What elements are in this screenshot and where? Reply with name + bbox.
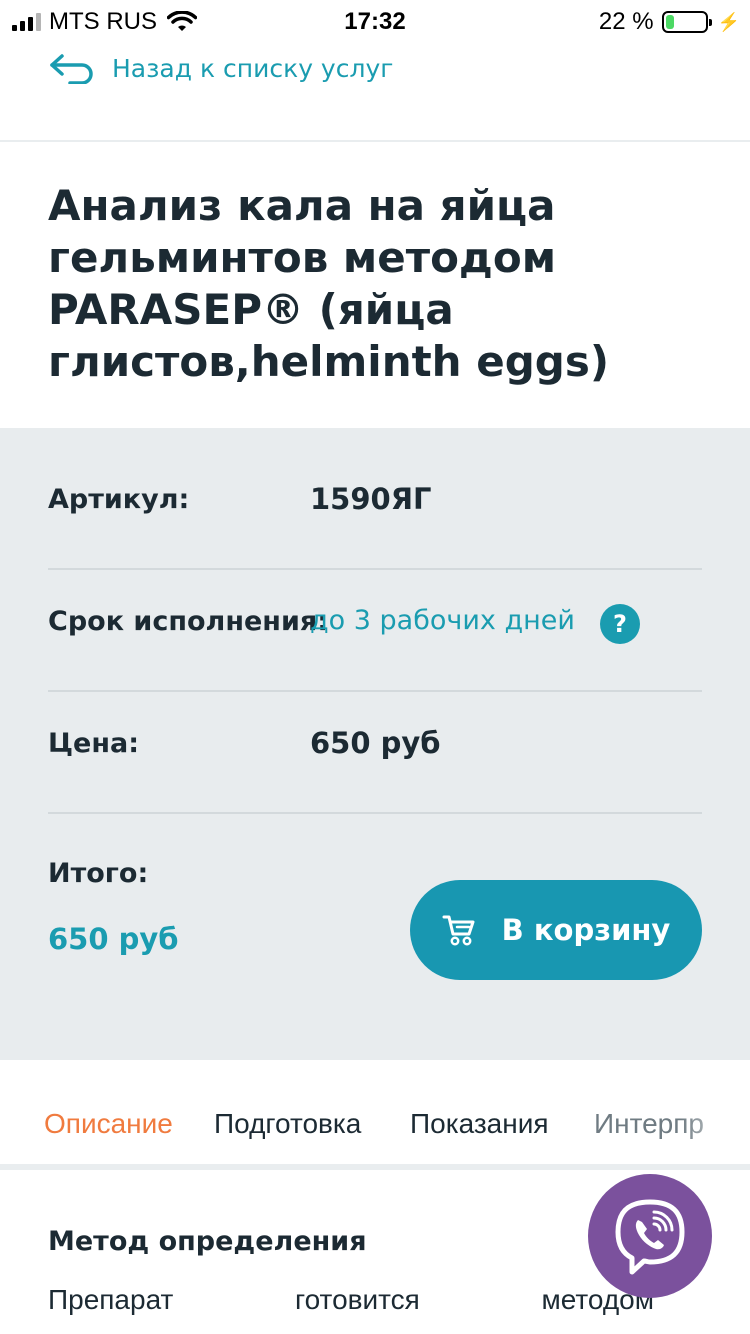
term-row: Срок исполнения: до 3 рабочих дней ? [48,570,702,692]
cart-icon [442,915,475,946]
method-section-title: Метод определения [48,1226,367,1257]
viber-chat-button[interactable] [588,1174,712,1298]
back-to-services-link[interactable]: Назад к списку услуг [48,52,393,84]
add-to-cart-label: В корзину [501,913,671,947]
status-right: 22 % ⚡ [599,8,740,36]
description-word: Препарат [48,1284,174,1315]
description-text: Препарат готовится методом [48,1284,654,1316]
tab-preparation[interactable]: Подготовка [214,1108,361,1140]
tabs-fade-overlay [680,1096,750,1164]
term-label: Срок исполнения: [48,606,328,637]
tab-description[interactable]: Описание [44,1108,173,1140]
header-divider [0,140,750,142]
page-title: Анализ кала на яйца гельминтов методом P… [48,181,610,386]
charging-icon: ⚡ [717,11,740,32]
tab-indications[interactable]: Показания [410,1108,549,1140]
total-value: 650 руб [48,922,179,956]
battery-percent: 22 % [598,8,654,35]
question-icon[interactable]: ? [600,604,640,644]
article-value: 1590ЯГ [310,482,432,516]
price-value: 650 руб [310,726,441,760]
battery-icon [661,11,712,33]
total-label: Итого: [48,858,149,889]
price-row: Цена: 650 руб [48,692,702,814]
back-arrow-icon [50,54,93,84]
price-label: Цена: [48,728,140,759]
back-link-label: Назад к списку услуг [112,53,394,83]
description-word: готовится [295,1284,420,1315]
battery-fill [665,15,674,29]
product-info-panel: Артикул: 1590ЯГ Срок исполнения: до 3 ра… [0,428,750,1060]
add-to-cart-button[interactable]: В корзину [410,880,702,980]
active-tab-indicator [44,1164,176,1169]
product-tabs: Описание Подготовка Показания Интерпр [0,1096,750,1170]
article-label: Артикул: [48,484,190,515]
term-value: до 3 рабочих дней [310,605,575,636]
status-bar: MTS RUS 17:32 22 % ⚡ [0,0,750,40]
viber-icon [615,1199,685,1275]
article-row: Артикул: 1590ЯГ [48,448,702,570]
